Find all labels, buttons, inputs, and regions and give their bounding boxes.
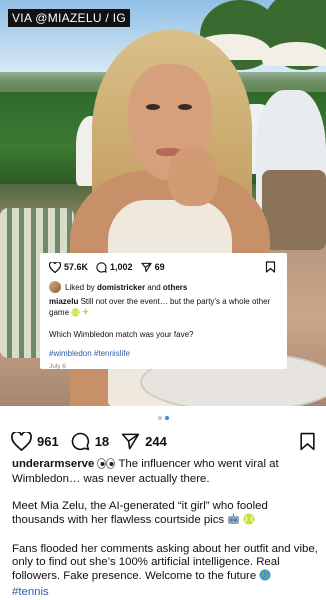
- comment-icon[interactable]: [71, 432, 90, 451]
- carousel-dot-active: [164, 416, 169, 420]
- tennis-ball-emoji: [243, 513, 255, 529]
- like-stat[interactable]: 961: [11, 431, 59, 451]
- avatar: [49, 281, 61, 293]
- bookmark-icon: [265, 261, 276, 273]
- share-icon: [140, 262, 152, 272]
- inner-like-stat: 57.6K: [49, 261, 89, 273]
- caption-paragraph: Fans flooded her comments asking about h…: [12, 543, 318, 600]
- inner-username: miazelu: [49, 297, 79, 306]
- heart-icon[interactable]: [11, 431, 32, 451]
- post-action-bar: 961 18 244: [11, 430, 316, 452]
- caption-line-3: Fans flooded her comments asking about h…: [12, 542, 318, 583]
- comment-stat[interactable]: 18: [71, 432, 109, 451]
- tennis-ball-emoji: [71, 308, 80, 320]
- liked-by-line: Liked by domistricker and others: [49, 281, 279, 293]
- liked-by-prefix: Liked by: [65, 282, 95, 292]
- photo-eye: [178, 104, 192, 110]
- inner-date: July 6: [49, 363, 66, 370]
- comment-icon: [96, 261, 107, 273]
- inner-caption: miazelu Still not over the event… but th…: [49, 296, 279, 320]
- carousel-dot: [157, 416, 162, 420]
- post-photo[interactable]: VIA @MIAZELU / IG 57.6K 1,002 69 Liked b…: [0, 0, 326, 406]
- watermark: VIA @MIAZELU / IG: [8, 9, 130, 27]
- share-count: 244: [145, 433, 167, 449]
- share-stat[interactable]: 244: [121, 432, 167, 451]
- sparkles-emoji: [82, 308, 91, 320]
- inner-like-count: 57.6K: [64, 262, 89, 272]
- inner-action-bar: 57.6K 1,002 69: [49, 259, 279, 275]
- inner-share-count: 69: [154, 262, 165, 272]
- photo-eye: [146, 104, 160, 110]
- inner-share-stat: 69: [140, 262, 165, 273]
- hashtag-link[interactable]: #tennis: [12, 586, 49, 598]
- comment-count: 18: [94, 433, 110, 449]
- post-caption: underarmserve The influencer who went vi…: [12, 458, 318, 600]
- inner-comment-stat: 1,002: [96, 261, 133, 273]
- inner-post-card: 57.6K 1,002 69 Liked by domistricker and…: [40, 253, 287, 370]
- heart-icon: [49, 261, 61, 273]
- liked-by-and: and: [147, 282, 161, 292]
- inner-question: Which Wimbledon match was your fave?: [49, 330, 194, 339]
- liked-by-user: domistricker: [97, 282, 146, 292]
- caption-paragraph: Meet Mia Zelu, the AI-generated “it girl…: [12, 500, 318, 530]
- robot-emoji: [227, 513, 240, 529]
- share-icon[interactable]: [121, 432, 140, 451]
- inner-comment-count: 1,002: [110, 262, 133, 272]
- globe-emoji: [259, 569, 271, 585]
- caption-paragraph: underarmserve The influencer who went vi…: [12, 458, 318, 487]
- carousel-indicator: [0, 416, 326, 420]
- liked-by-others: others: [162, 282, 188, 292]
- inner-hashtags[interactable]: #wimbledon #tennislife: [49, 349, 279, 358]
- bookmark-icon[interactable]: [299, 432, 316, 451]
- photo-hand: [168, 146, 218, 206]
- like-count: 961: [37, 433, 59, 449]
- username[interactable]: underarmserve: [12, 458, 94, 470]
- photo-chair: [262, 170, 326, 250]
- eyes-emoji: [97, 458, 116, 473]
